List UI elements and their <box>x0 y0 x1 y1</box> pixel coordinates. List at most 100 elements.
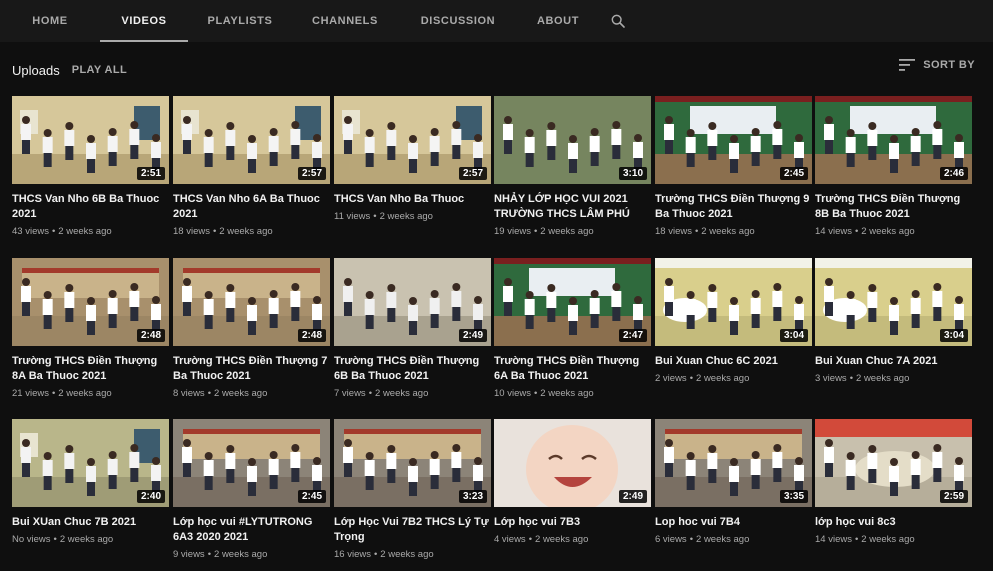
meta-separator: • <box>51 388 56 399</box>
video-card[interactable]: 2:49 Trường THCS Điền Thượng 6B Ba Thuoc … <box>334 258 491 399</box>
video-duration: 2:45 <box>779 167 808 180</box>
video-card[interactable]: 2:49 Lớp học vui 7B3 4 views • 2 weeks ago <box>494 419 651 545</box>
video-card[interactable]: 2:59 lớp học vui 8c3 14 views • 2 weeks ago <box>815 419 972 545</box>
video-duration: 3:23 <box>458 490 487 503</box>
meta-separator: • <box>849 373 854 384</box>
video-title[interactable]: Trường THCS Điền Thượng 6A Ba Thuoc 2021 <box>494 354 651 384</box>
video-age: 2 weeks ago <box>58 226 112 237</box>
video-card[interactable]: 3:04 Bui Xuan Chuc 7A 2021 3 views • 2 weeks… <box>815 258 972 384</box>
video-age: 2 weeks ago <box>58 388 112 399</box>
video-thumbnail[interactable]: 3:04 <box>655 258 812 346</box>
search-icon <box>611 14 625 28</box>
video-thumbnail[interactable]: 3:35 <box>655 419 812 507</box>
video-duration: 3:10 <box>618 167 647 180</box>
sort-by-button[interactable]: SORT BY <box>899 59 975 71</box>
video-thumbnail[interactable]: 3:10 <box>494 96 651 184</box>
video-duration: 2:57 <box>297 167 326 180</box>
video-title[interactable]: NHẢY LỚP HỌC VUI 2021 TRƯỜNG THCS LÂM PH… <box>494 192 651 222</box>
tab-discussion[interactable]: DISCUSSION <box>398 0 518 42</box>
video-thumbnail[interactable]: 2:47 <box>494 258 651 346</box>
video-title[interactable]: THCS Van Nho Ba Thuoc <box>334 192 491 207</box>
video-title[interactable]: THCS Van Nho 6A Ba Thuoc 2021 <box>173 192 330 222</box>
video-thumbnail[interactable]: 2:59 <box>815 419 972 507</box>
video-thumbnail[interactable]: 2:57 <box>334 96 491 184</box>
video-title[interactable]: Trường THCS Điền Thượng 7 Ba Thuoc 2021 <box>173 354 330 384</box>
video-thumbnail[interactable]: 2:49 <box>334 258 491 346</box>
video-thumbnail[interactable]: 2:49 <box>494 419 651 507</box>
video-card[interactable]: 2:57 THCS Van Nho Ba Thuoc 11 views • 2 week… <box>334 96 491 222</box>
meta-separator: • <box>854 534 859 545</box>
video-age: 2 weeks ago <box>379 211 433 222</box>
video-title[interactable]: Trường THCS Điền Thượng 8B Ba Thuoc 2021 <box>815 192 972 222</box>
uploads-label[interactable]: Uploads <box>12 63 60 78</box>
video-age: 2 weeks ago <box>861 226 915 237</box>
video-thumbnail[interactable]: 3:23 <box>334 419 491 507</box>
video-views: 3 views <box>815 373 847 384</box>
video-title[interactable]: Bui Xuan Chuc 6C 2021 <box>655 354 812 369</box>
video-card[interactable]: 2:45 Lớp học vui #LYTUTRONG 6A3 2020 2021… <box>173 419 330 560</box>
meta-separator: • <box>373 549 378 560</box>
video-age: 2 weeks ago <box>540 388 594 399</box>
video-card[interactable]: 2:40 Bui XUan Chuc 7B 2021 No views • 2 week… <box>12 419 169 545</box>
video-thumbnail[interactable]: 2:45 <box>173 419 330 507</box>
tab-about[interactable]: ABOUT <box>518 0 598 42</box>
video-title[interactable]: Lớp học vui 7B3 <box>494 515 651 530</box>
video-thumbnail[interactable]: 2:40 <box>12 419 169 507</box>
video-duration: 2:48 <box>136 329 165 342</box>
video-title[interactable]: Bui XUan Chuc 7B 2021 <box>12 515 169 530</box>
meta-separator: • <box>533 226 538 237</box>
video-meta: 16 views • 2 weeks ago <box>334 549 491 560</box>
video-meta: 2 views • 2 weeks ago <box>655 373 812 384</box>
meta-separator: • <box>373 211 377 222</box>
video-title[interactable]: Lớp học vui #LYTUTRONG 6A3 2020 2021 <box>173 515 330 545</box>
search-button[interactable] <box>598 0 638 42</box>
video-meta: 18 views • 2 weeks ago <box>173 226 330 237</box>
video-views: 11 views <box>334 211 371 222</box>
video-views: 10 views <box>494 388 531 399</box>
video-views: 6 views <box>655 534 687 545</box>
video-title[interactable]: Lop hoc vui 7B4 <box>655 515 812 530</box>
video-title[interactable]: Trường THCS Điền Thượng 6B Ba Thuoc 2021 <box>334 354 491 384</box>
meta-separator: • <box>694 226 699 237</box>
video-title[interactable]: THCS Van Nho 6B Ba Thuoc 2021 <box>12 192 169 222</box>
video-thumbnail[interactable]: 2:46 <box>815 96 972 184</box>
video-thumbnail[interactable]: 2:57 <box>173 96 330 184</box>
video-card[interactable]: 3:04 Bui Xuan Chuc 6C 2021 2 views • 2 weeks… <box>655 258 812 384</box>
video-title[interactable]: Lớp Học Vui 7B2 THCS Lý Tự Trọng <box>334 515 491 545</box>
tab-playlists[interactable]: PLAYLISTS <box>188 0 292 42</box>
video-meta: 8 views • 2 weeks ago <box>173 388 330 399</box>
play-all-button[interactable]: PLAY ALL <box>72 64 127 76</box>
video-card[interactable]: 2:51 THCS Van Nho 6B Ba Thuoc 2021 43 view… <box>12 96 169 237</box>
meta-separator: • <box>207 549 212 560</box>
video-card[interactable]: 3:35 Lop hoc vui 7B4 6 views • 2 weeks ago <box>655 419 812 545</box>
tab-home[interactable]: HOME <box>0 0 100 42</box>
video-card[interactable]: 3:10 NHẢY LỚP HỌC VUI 2021 TRƯỜNG THCS LÂ… <box>494 96 651 237</box>
tab-channels[interactable]: CHANNELS <box>292 0 398 42</box>
video-age: 2 weeks ago <box>214 388 268 399</box>
video-thumbnail[interactable]: 2:48 <box>173 258 330 346</box>
video-thumbnail[interactable]: 2:45 <box>655 96 812 184</box>
video-duration: 2:47 <box>618 329 647 342</box>
video-age: 2 weeks ago <box>696 534 750 545</box>
video-card[interactable]: 2:46 Trường THCS Điền Thượng 8B Ba Thuoc … <box>815 96 972 237</box>
video-card[interactable]: 2:48 Trường THCS Điền Thượng 7 Ba Thuoc 2… <box>173 258 330 399</box>
video-meta: 3 views • 2 weeks ago <box>815 373 972 384</box>
video-title[interactable]: Trường THCS Điền Thượng 8A Ba Thuoc 2021 <box>12 354 169 384</box>
video-meta: 7 views • 2 weeks ago <box>334 388 491 399</box>
video-age: 2 weeks ago <box>219 226 273 237</box>
video-duration: 3:35 <box>779 490 808 503</box>
video-thumbnail[interactable]: 2:51 <box>12 96 169 184</box>
video-thumbnail[interactable]: 3:04 <box>815 258 972 346</box>
video-title[interactable]: Trường THCS Điền Thượng 9 Ba Thuoc 2021 <box>655 192 812 222</box>
video-card[interactable]: 2:45 Trường THCS Điền Thượng 9 Ba Thuoc 2… <box>655 96 812 237</box>
video-card[interactable]: 3:23 Lớp Học Vui 7B2 THCS Lý Tự Trọng 16 v… <box>334 419 491 560</box>
tab-videos[interactable]: VIDEOS <box>100 0 188 42</box>
video-views: 18 views <box>655 226 692 237</box>
video-title[interactable]: lớp học vui 8c3 <box>815 515 972 530</box>
video-title[interactable]: Bui Xuan Chuc 7A 2021 <box>815 354 972 369</box>
video-card[interactable]: 2:47 Trường THCS Điền Thượng 6A Ba Thuoc … <box>494 258 651 399</box>
video-views: 2 views <box>655 373 687 384</box>
video-card[interactable]: 2:48 Trường THCS Điền Thượng 8A Ba Thuoc … <box>12 258 169 399</box>
video-thumbnail[interactable]: 2:48 <box>12 258 169 346</box>
video-card[interactable]: 2:57 THCS Van Nho 6A Ba Thuoc 2021 18 view… <box>173 96 330 237</box>
